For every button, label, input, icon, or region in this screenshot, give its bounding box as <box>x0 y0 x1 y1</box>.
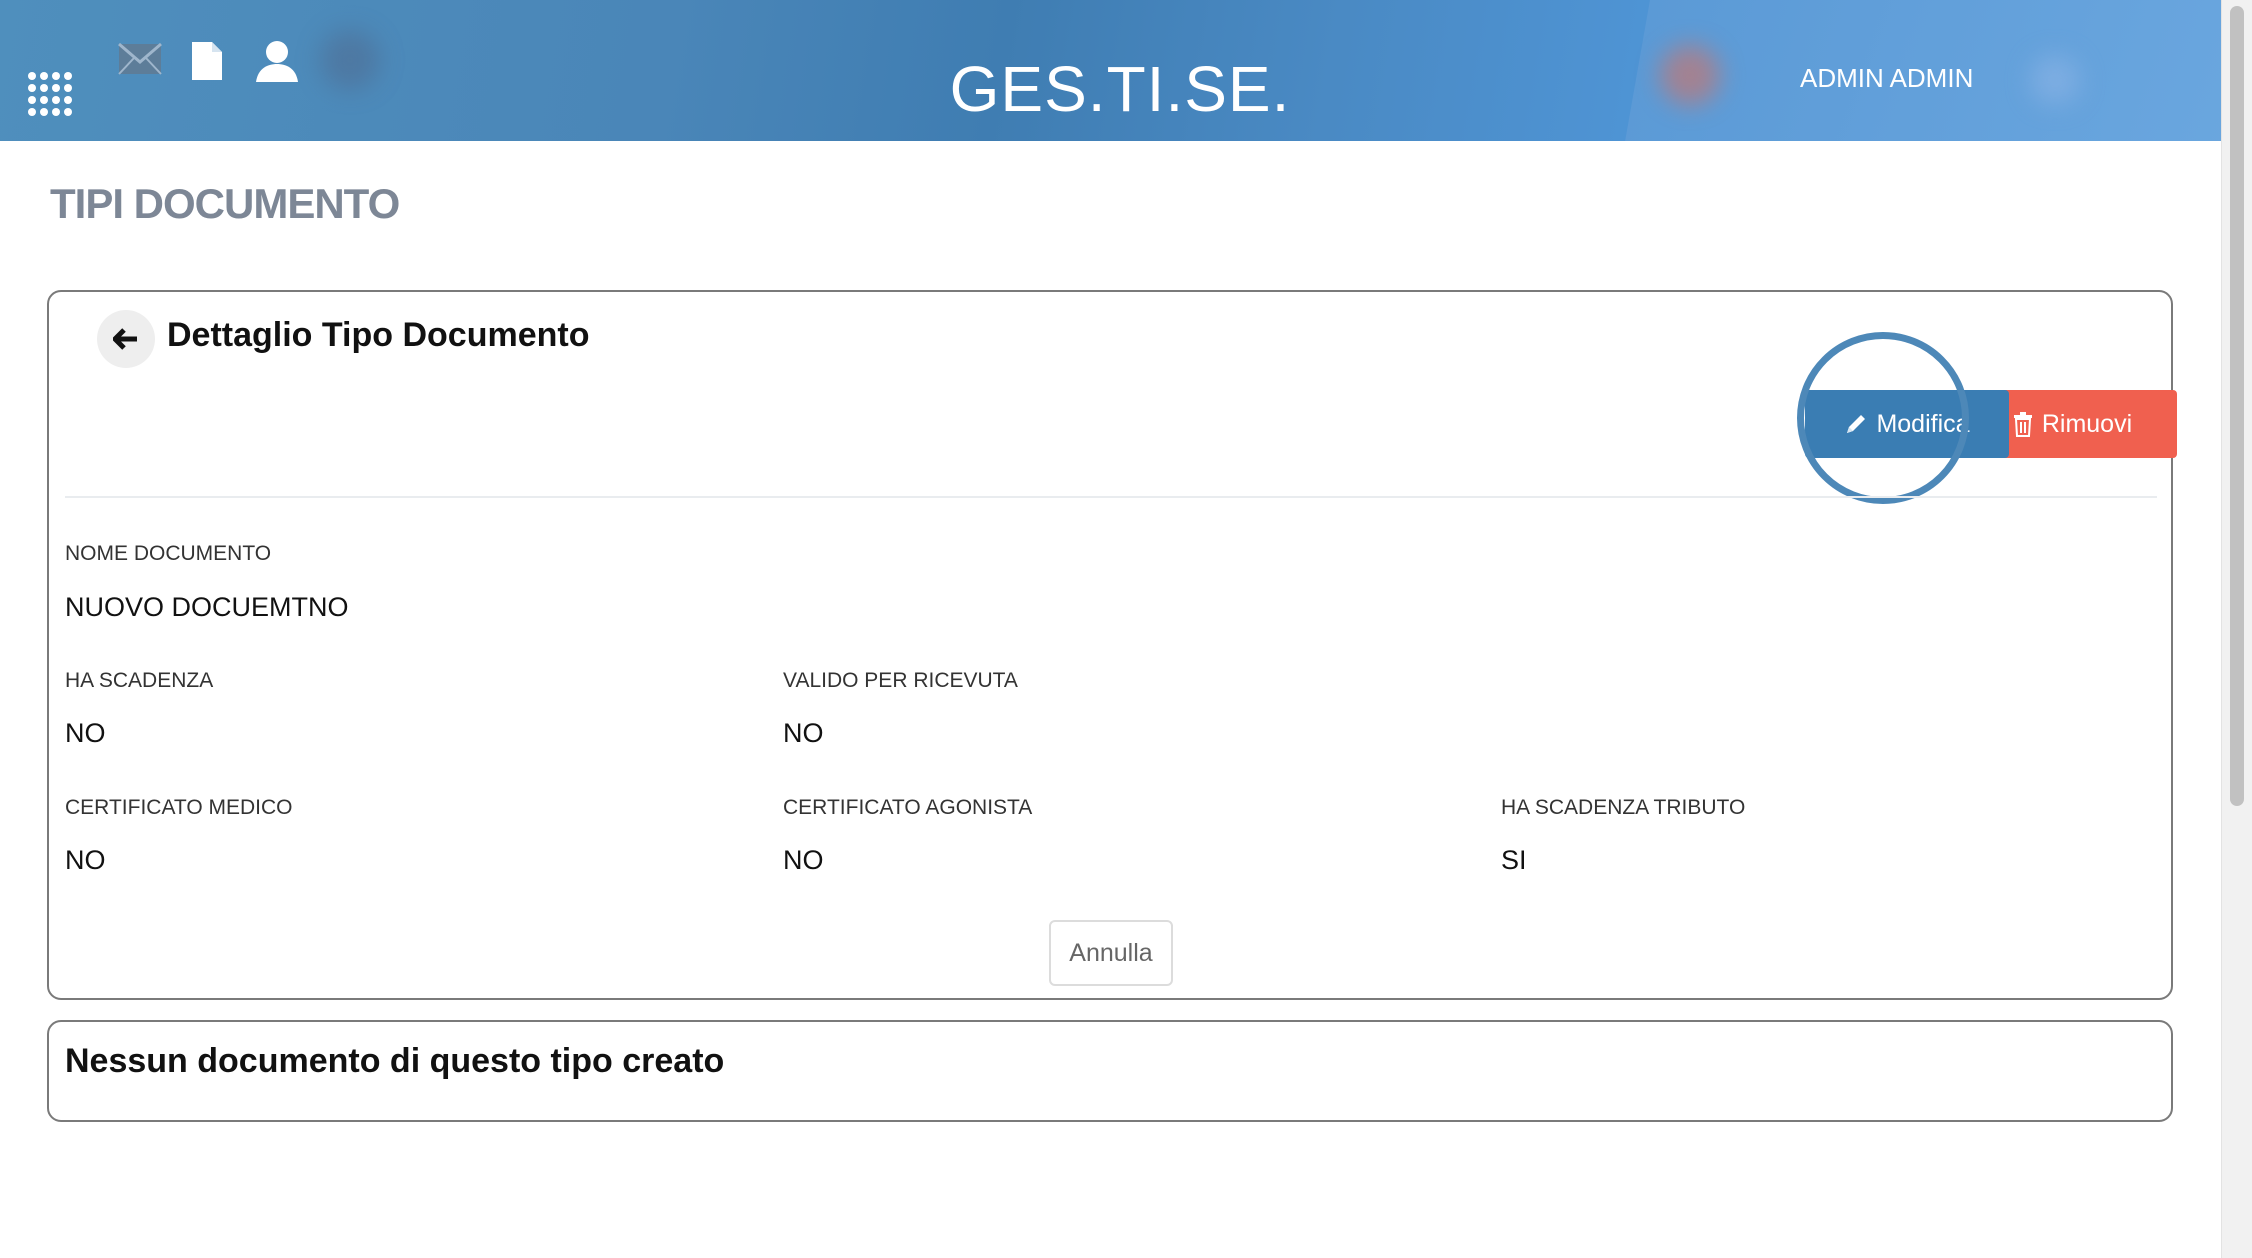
vertical-scrollbar[interactable] <box>2221 0 2252 1258</box>
user-menu[interactable]: ADMIN ADMIN <box>1800 63 1973 94</box>
page-title: TIPI DOCUMENTO <box>50 180 400 227</box>
field-label-certificato-medico: CERTIFICATO MEDICO <box>65 796 293 819</box>
trash-icon <box>2013 412 2032 437</box>
field-value-valido-per-ricevuta: NO <box>783 718 824 748</box>
detail-card: Dettaglio Tipo Documento Rimuovi Modific… <box>47 290 2177 1000</box>
divider <box>65 496 2157 498</box>
field-value-ha-scadenza-tributo: SI <box>1501 845 1527 875</box>
field-label-ha-scadenza: HA SCADENZA <box>65 669 214 692</box>
empty-documents-message: Nessun documento di questo tipo creato <box>65 1042 725 1080</box>
arrow-left-icon <box>113 328 137 350</box>
documents-card: Nessun documento di questo tipo creato <box>47 1020 2173 1122</box>
scrollbar-thumb[interactable] <box>2230 6 2244 806</box>
field-value-nome-documento: NUOVO DOCUEMTNO <box>65 592 349 622</box>
field-value-ha-scadenza: NO <box>65 718 106 748</box>
field-label-valido-per-ricevuta: VALIDO PER RICEVUTA <box>783 669 1018 692</box>
field-label-nome-documento: NOME DOCUMENTO <box>65 542 272 565</box>
top-header: GES.TI.SE. ADMIN ADMIN <box>0 0 2222 141</box>
click-highlight <box>1797 332 1969 504</box>
back-button[interactable] <box>97 310 155 368</box>
field-value-certificato-medico: NO <box>65 845 106 875</box>
detail-title: Dettaglio Tipo Documento <box>167 316 590 354</box>
field-value-certificato-agonista: NO <box>783 845 824 875</box>
field-label-certificato-agonista: CERTIFICATO AGONISTA <box>783 796 1033 819</box>
field-label-ha-scadenza-tributo: HA SCADENZA TRIBUTO <box>1501 796 1746 819</box>
cancel-button[interactable]: Annulla <box>1049 920 1173 986</box>
remove-button-label: Rimuovi <box>2041 409 2133 438</box>
